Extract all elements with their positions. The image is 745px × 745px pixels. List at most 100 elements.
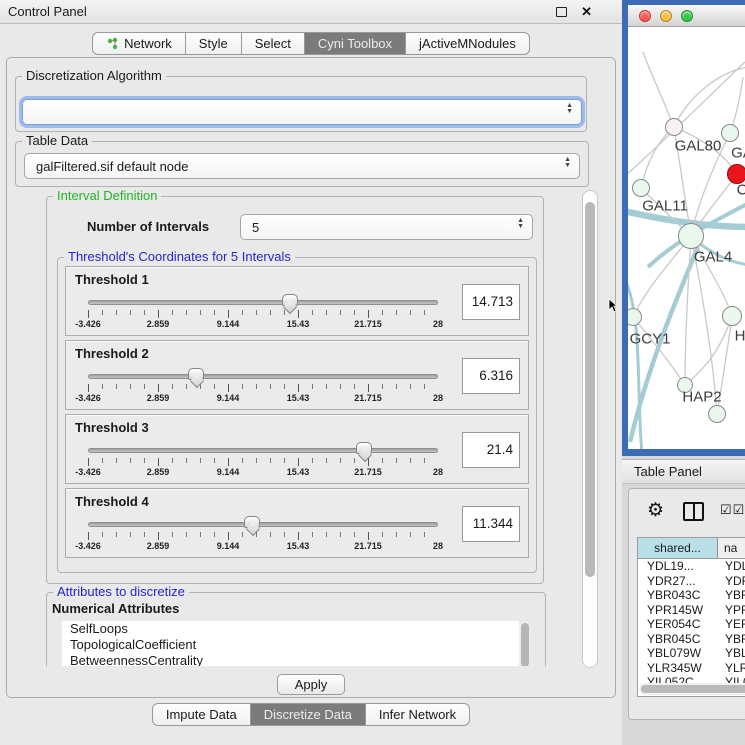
threshold-slider[interactable]: -3.426 2.859 9.144 15.43 21.715 28 [88,293,438,333]
slider-thumb[interactable] [356,442,372,454]
table-row[interactable]: YBR043CYBR0 [638,588,745,603]
tab-network[interactable]: Network [92,32,186,55]
network-node[interactable] [721,124,739,142]
slider-track[interactable] [88,300,438,305]
network-node[interactable] [678,223,704,249]
network-view-inner: GAL80GACGAL11GAL4GCY1HHAP2 [628,5,745,449]
minimize-traffic-light-icon[interactable] [660,10,672,22]
column-header-name[interactable]: na [718,538,745,558]
slider-thumb[interactable] [188,368,204,380]
threshold-value-field[interactable]: 21.4 [462,432,520,468]
network-node-label: GCY1 [630,331,671,348]
threshold-label: Threshold 2 [75,346,149,361]
list-item[interactable]: SelfLoops [62,621,531,637]
slider-thumb[interactable] [244,516,260,528]
threshold-panel: Threshold 2 -3.426 2.859 9.144 15.43 21.… [65,340,529,410]
tab-cyni-toolbox[interactable]: Cyni Toolbox [305,32,406,55]
settings-scroll-region: Interval Definition Number of Intervals … [9,190,579,666]
table-row[interactable]: YLR345WYLR3 [638,661,745,676]
threshold-label: Threshold 1 [75,272,149,287]
table-row[interactable]: YDL19...YDL1 [638,559,745,574]
network-node-label: C [737,182,745,199]
tab-jactivemnodules[interactable]: jActiveMNodules [406,32,530,55]
numerical-attributes-list[interactable]: SelfLoops TopologicalCoefficient Between… [62,621,531,666]
table-row[interactable]: YDR27...YDR2 [638,574,745,589]
interval-definition-group: Interval Definition Number of Intervals … [46,196,544,584]
threshold-panel: Threshold 3 -3.426 2.859 9.144 15.43 21.… [65,414,529,484]
gear-icon[interactable]: ⚙ [647,499,664,522]
close-traffic-light-icon[interactable] [639,10,651,22]
algorithm-combobox[interactable]: ▲▼ [22,99,582,125]
table-row[interactable]: YER054CYER0 [638,617,745,632]
slider-track[interactable] [88,374,438,379]
algorithm-group: Discretization Algorithm ▲▼ [15,76,587,132]
apply-button[interactable]: Apply [277,674,345,695]
float-window-icon[interactable] [556,7,567,17]
tab-select[interactable]: Select [242,32,305,55]
tab-style[interactable]: Style [186,32,242,55]
table-toolbar: ⚙ ☑☑ [629,489,745,535]
close-icon[interactable]: ✕ [581,4,592,20]
list-item[interactable]: TopologicalCoefficient [62,637,531,653]
tab-cyni-toolbox-label: Cyni Toolbox [318,36,392,51]
network-node[interactable] [708,405,726,423]
threshold-panel: Threshold 1 -3.426 2.859 9.144 15.43 21.… [65,266,529,336]
table-data-group-title: Table Data [22,133,92,149]
num-intervals-value: 5 [252,220,259,235]
bottom-tab-bar: Impute Data Discretize Data Infer Networ… [0,703,622,726]
scrollbar-thumb[interactable] [585,202,595,577]
threshold-label: Threshold 3 [75,420,149,435]
mouse-cursor [608,299,618,313]
network-node[interactable] [722,306,742,326]
table-data-group: Table Data galFiltered.sif default node … [15,141,589,187]
slider-track[interactable] [88,448,438,453]
threshold-value-field[interactable]: 14.713 [462,284,520,320]
stepper-icon: ▲▼ [566,103,573,115]
numerical-attributes-label: Numerical Attributes [52,601,179,616]
network-node-label: GA [731,145,745,162]
network-node-label: GAL80 [675,138,722,155]
slider-tick-labels: -3.426 2.859 9.144 15.43 21.715 28 [88,467,438,479]
threshold-coords-title: Threshold's Coordinates for 5 Intervals [64,249,295,265]
network-window-titlebar [628,5,745,27]
list-scrollbar[interactable] [519,621,531,666]
slider-thumb[interactable] [282,294,298,306]
slider-tick-labels: -3.426 2.859 9.144 15.43 21.715 28 [88,319,438,331]
threshold-slider[interactable]: -3.426 2.859 9.144 15.43 21.715 28 [88,515,438,555]
table-data-combobox[interactable]: galFiltered.sif default node ▲▼ [24,153,580,179]
threshold-panel: Threshold 4 -3.426 2.859 9.144 15.43 21.… [65,488,529,558]
network-node[interactable] [665,118,683,136]
tab-style-label: Style [199,36,228,51]
threshold-slider[interactable]: -3.426 2.859 9.144 15.43 21.715 28 [88,441,438,481]
settings-scrollbar[interactable] [582,190,598,668]
algorithm-group-title: Discretization Algorithm [22,68,166,84]
threshold-value-field[interactable]: 11.344 [462,506,520,542]
table-panel-title: Table Panel [634,464,702,479]
num-intervals-combobox[interactable]: 5 ▲▼ [240,214,533,240]
table-row[interactable]: YBL079WYBL0 [638,646,745,661]
checkbox-icons[interactable]: ☑☑ [720,502,745,518]
scrollbar-thumb[interactable] [641,685,745,693]
tab-infer-network-label: Infer Network [379,707,456,722]
table-horizontal-scrollbar[interactable] [639,683,745,695]
table-row[interactable]: YBR045CYBR0 [638,632,745,647]
tab-discretize-data[interactable]: Discretize Data [251,703,366,726]
stepper-icon: ▲▼ [517,218,524,230]
network-node-label: GAL11 [642,198,688,215]
table-row[interactable]: YPR145WYPR1 [638,603,745,618]
network-node[interactable] [632,179,650,197]
network-canvas[interactable]: GAL80GACGAL11GAL4GCY1HHAP2 [628,27,745,449]
table-panel-body: ⚙ ☑☑ shared... na YDL19...YDL1 YDR27...Y… [628,488,745,720]
attributes-group: Attributes to discretize Numerical Attri… [46,592,546,666]
column-header-shared-name[interactable]: shared... [638,538,718,558]
threshold-slider[interactable]: -3.426 2.859 9.144 15.43 21.715 28 [88,367,438,407]
threshold-value-field[interactable]: 6.316 [462,358,520,394]
zoom-traffic-light-icon[interactable] [681,10,693,22]
tab-infer-network[interactable]: Infer Network [366,703,470,726]
list-item[interactable]: BetweennessCentrality [62,653,531,666]
slider-track[interactable] [88,522,438,527]
slider-ticks [88,384,438,392]
split-columns-icon[interactable] [683,502,704,521]
tab-impute-data[interactable]: Impute Data [152,703,251,726]
network-node-label: HAP2 [682,389,721,406]
